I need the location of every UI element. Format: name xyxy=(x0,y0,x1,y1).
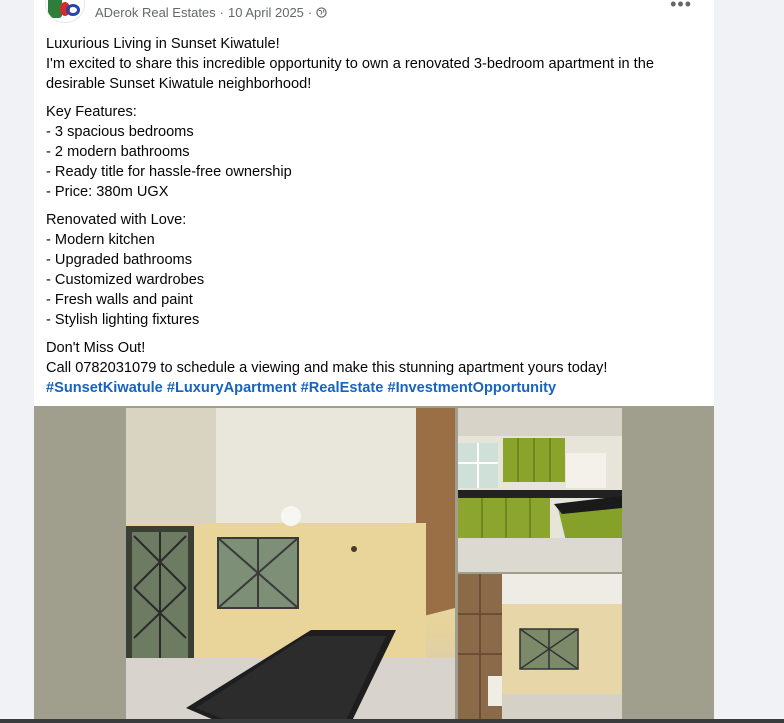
bedroom-illustration xyxy=(458,574,622,723)
renovated-item: - Fresh walls and paint xyxy=(46,292,193,308)
photo-grid xyxy=(34,406,714,723)
author-name[interactable]: ADerok Real Estates xyxy=(95,5,216,20)
hashtag-list: #SunsetKiwatule #LuxuryApartment #RealEs… xyxy=(46,378,702,398)
facebook-post: ADerok Real Estates · 10 April 2025 · ••… xyxy=(34,0,714,723)
key-feature-item: - Ready title for hassle-free ownership xyxy=(46,164,292,180)
renovated-item: - Modern kitchen xyxy=(46,232,155,248)
post-date[interactable]: 10 April 2025 xyxy=(228,5,304,20)
renovated-item: - Customized wardrobes xyxy=(46,272,205,288)
meta-separator: · xyxy=(219,5,225,20)
hashtag-link[interactable]: #SunsetKiwatule xyxy=(46,380,163,396)
more-horizontal-icon[interactable]: ••• xyxy=(670,0,692,15)
page-avatar[interactable] xyxy=(45,0,85,23)
post-intro: I'm excited to share this incredible opp… xyxy=(46,56,654,92)
renovated-title: Renovated with Love: xyxy=(46,212,187,228)
key-feature-item: - 2 modern bathrooms xyxy=(46,144,190,160)
hashtag-link[interactable]: #InvestmentOpportunity xyxy=(387,380,556,396)
renovated-item: - Stylish lighting fixtures xyxy=(46,312,200,328)
globe-icon xyxy=(316,7,327,18)
taskbar-edge xyxy=(0,719,784,723)
living-room-illustration xyxy=(126,408,455,723)
living-room-photo[interactable] xyxy=(126,408,455,723)
hashtag-link[interactable]: #RealEstate xyxy=(301,380,384,396)
post-meta: ADerok Real Estates · 10 April 2025 · xyxy=(95,5,327,20)
renovated-item: - Upgraded bathrooms xyxy=(46,252,193,268)
kitchen-photo[interactable] xyxy=(458,408,622,572)
post-header: ADerok Real Estates · 10 April 2025 · ••… xyxy=(34,0,714,28)
key-feature-item: - Price: 380m UGX xyxy=(46,184,169,200)
hashtag-link[interactable]: #LuxuryApartment xyxy=(167,380,297,396)
post-headline: Luxurious Living in Sunset Kiwatule! xyxy=(46,36,280,52)
meta-separator-2: · xyxy=(307,5,313,20)
bedroom-photo[interactable] xyxy=(458,574,622,723)
cta-text: Call 0782031079 to schedule a viewing an… xyxy=(46,360,608,376)
post-text: Luxurious Living in Sunset Kiwatule! I'm… xyxy=(46,34,702,406)
kitchen-illustration xyxy=(458,408,622,572)
key-feature-item: - 3 spacious bedrooms xyxy=(46,124,194,140)
cta-title: Don't Miss Out! xyxy=(46,340,146,356)
key-features-title: Key Features: xyxy=(46,104,137,120)
